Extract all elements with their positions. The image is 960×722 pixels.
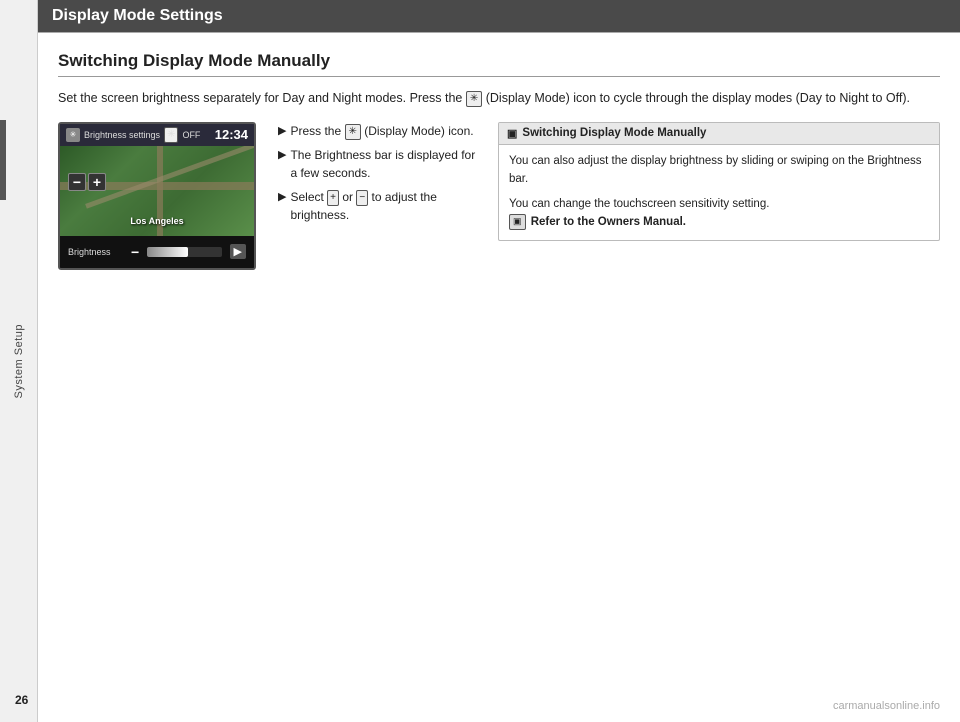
brightness-bottom-bar: Brightness − ▶ <box>60 236 254 268</box>
two-column-layout: ✳ Brightness settings ✳ OFF 12:34 − + <box>58 122 940 270</box>
brightness-bar[interactable] <box>147 247 221 257</box>
display-mode-icon-inline: ✳ <box>466 91 482 107</box>
screen-top-bar: ✳ Brightness settings ✳ OFF 12:34 <box>60 124 254 146</box>
step-1-display-mode-icon: ✳ <box>345 124 361 140</box>
sidebar-label: System Setup <box>13 324 25 398</box>
note-header-title: Switching Display Mode Manually <box>522 127 706 139</box>
step-1-arrow: ▶ <box>278 123 286 141</box>
ref-icon: ▣ <box>509 214 526 230</box>
note-paragraph-1: You can also adjust the display brightne… <box>509 153 929 189</box>
note-col: ▣ Switching Display Mode Manually You ca… <box>498 122 940 241</box>
brightness-settings-icon: ✳ <box>66 128 80 142</box>
section-title: Switching Display Mode Manually <box>58 51 940 77</box>
watermark: carmanualsonline.info <box>833 700 940 712</box>
note-paragraph-2: You can change the touchscreen sensitivi… <box>509 196 929 232</box>
note-header-icon: ▣ <box>507 127 517 140</box>
sidebar: System Setup <box>0 0 38 722</box>
screen-top-left: ✳ Brightness settings ✳ OFF <box>66 127 200 143</box>
steps-col: ▶ Press the ✳ (Display Mode) icon. ▶ The… <box>278 122 478 231</box>
step-3-plus-icon: + <box>327 190 339 206</box>
map-zoom-in-btn[interactable]: + <box>88 173 106 191</box>
map-zoom-out-btn[interactable]: − <box>68 173 86 191</box>
map-city-label: Los Angeles <box>130 216 183 226</box>
steps-list: ▶ Press the ✳ (Display Mode) icon. ▶ The… <box>278 122 478 225</box>
step-1-text: Press the ✳ (Display Mode) icon. <box>290 122 473 140</box>
brightness-minus-btn[interactable]: − <box>131 244 139 260</box>
screen-mockup-col: ✳ Brightness settings ✳ OFF 12:34 − + <box>58 122 258 270</box>
step-3-arrow: ▶ <box>278 189 286 207</box>
brightness-confirm-btn[interactable]: ▶ <box>230 244 246 259</box>
note-body: You can also adjust the display brightne… <box>499 145 939 240</box>
display-mode-btn: ✳ <box>164 127 178 143</box>
brightness-bar-fill <box>147 247 188 257</box>
brightness-settings-label: Brightness settings <box>84 130 160 140</box>
note-body-2-text: You can change the touchscreen sensitivi… <box>509 198 769 210</box>
step-3-text: Select + or − to adjust the brightness. <box>290 188 478 224</box>
page-number: 26 <box>15 693 28 707</box>
map-road-diagonal <box>86 146 254 209</box>
screen-time: 12:34 <box>215 127 248 142</box>
ref-text: Refer to the Owners Manual. <box>531 216 686 228</box>
step-3: ▶ Select + or − to adjust the brightness… <box>278 188 478 224</box>
step-2-text: The Brightness bar is displayed for a fe… <box>290 146 478 182</box>
header-bar: Display Mode Settings <box>38 0 960 32</box>
step-1: ▶ Press the ✳ (Display Mode) icon. <box>278 122 478 141</box>
content-area: Switching Display Mode Manually Set the … <box>38 33 960 280</box>
step-3-minus-icon: − <box>356 190 368 206</box>
sidebar-accent-bar <box>0 120 6 200</box>
header-title: Display Mode Settings <box>52 7 223 24</box>
main-content: Display Mode Settings Switching Display … <box>38 0 960 722</box>
screen-mockup: ✳ Brightness settings ✳ OFF 12:34 − + <box>58 122 256 270</box>
brightness-label: Brightness <box>68 247 123 257</box>
step-2: ▶ The Brightness bar is displayed for a … <box>278 146 478 182</box>
map-area: − + Los Angeles <box>60 146 254 236</box>
step-2-arrow: ▶ <box>278 147 286 165</box>
note-header: ▣ Switching Display Mode Manually <box>499 123 939 145</box>
off-label: OFF <box>182 130 200 140</box>
note-box: ▣ Switching Display Mode Manually You ca… <box>498 122 940 241</box>
body-text: Set the screen brightness separately for… <box>58 89 940 108</box>
